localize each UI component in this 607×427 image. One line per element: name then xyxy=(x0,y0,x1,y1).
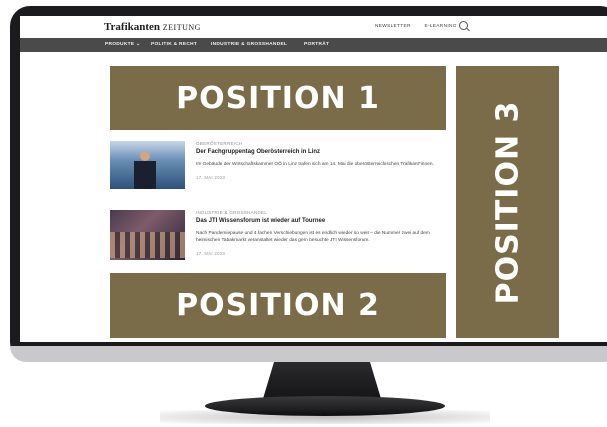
ad-position-2-label: POSITION 2 xyxy=(176,288,380,323)
site-logo[interactable]: Trafikanten ZEITUNG xyxy=(104,21,201,33)
article-thumbnail[interactable] xyxy=(110,141,185,189)
ad-position-1-label: POSITION 1 xyxy=(176,80,380,116)
article-kicker: INDUSTRIE & GROSSHANDEL xyxy=(196,210,268,215)
newsletter-link[interactable]: NEWSLETTER xyxy=(375,24,411,29)
article-thumbnail[interactable] xyxy=(110,210,185,260)
site-header: Trafikanten ZEITUNG NEWSLETTER E-LEARNIN… xyxy=(20,16,607,39)
nav-item-produkte[interactable]: PRODUKTE ⌄ xyxy=(105,42,140,47)
article-item[interactable]: OBERÖSTERREICH Der Fachgruppentag Oberös… xyxy=(110,141,446,191)
article-item[interactable]: INDUSTRIE & GROSSHANDEL Das JTI Wissensf… xyxy=(110,210,446,262)
search-icon[interactable] xyxy=(459,21,468,30)
article-headline[interactable]: Das JTI Wissensforum ist wieder auf Tour… xyxy=(196,218,325,224)
logo-light: ZEITUNG xyxy=(162,23,201,32)
main-nav: PRODUKTE ⌄ POLITIK & RECHT INDUSTRIE & G… xyxy=(20,38,607,52)
logo-bold: Trafikanten xyxy=(104,21,161,33)
nav-item-industrie-grosshandel[interactable]: INDUSTRIE & GROSSHANDEL xyxy=(211,42,287,47)
screen: Trafikanten ZEITUNG NEWSLETTER E-LEARNIN… xyxy=(20,16,607,342)
ad-position-2: POSITION 2 xyxy=(110,273,446,338)
article-headline[interactable]: Der Fachgruppentag Oberösterreich in Lin… xyxy=(196,149,320,155)
article-kicker: OBERÖSTERREICH xyxy=(196,141,243,146)
article-teaser: Im Gebäude der Wirtschaftskammer OÖ in L… xyxy=(196,162,434,167)
nav-item-politik-recht[interactable]: POLITIK & RECHT xyxy=(151,42,197,47)
monitor-chin xyxy=(10,346,607,362)
article-date: 17. MAI 2023 xyxy=(196,175,226,180)
e-learning-link[interactable]: E-LEARNING xyxy=(424,24,456,29)
monitor-shadow xyxy=(160,410,490,424)
article-teaser: Nach Pandemiepause und 4 fachen Verschie… xyxy=(196,231,430,243)
ad-position-3: POSITION 3 xyxy=(456,66,559,338)
top-links: NEWSLETTER E-LEARNING xyxy=(375,24,469,29)
nav-item-portraet[interactable]: PORTRÄT xyxy=(304,42,329,47)
article-date: 17. MAI 2023 xyxy=(196,251,226,256)
ad-position-1: POSITION 1 xyxy=(110,66,446,130)
ad-position-3-label: POSITION 3 xyxy=(490,100,526,304)
